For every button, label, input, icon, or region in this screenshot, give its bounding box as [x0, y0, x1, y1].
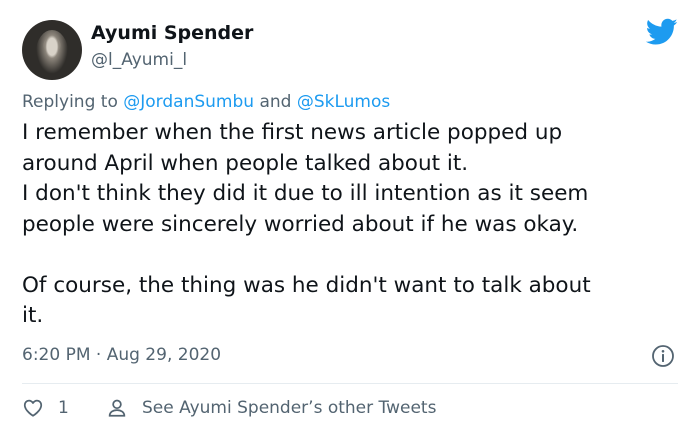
person-icon [108, 399, 126, 417]
tweet-timestamp[interactable]: 6:20 PM · Aug 29, 2020 [22, 345, 221, 365]
see-other-tweets-link[interactable]: See Ayumi Spender’s other Tweets [106, 397, 436, 419]
avatar[interactable] [22, 20, 82, 80]
tweet-text-line: it. [22, 303, 44, 328]
author-name[interactable]: Ayumi Spender [91, 22, 253, 44]
like-button[interactable]: 1 [22, 397, 69, 419]
tweet-card: Ayumi Spender @l_Ayumi_l Replying to @Jo… [0, 0, 700, 437]
twitter-bird-icon[interactable] [646, 18, 678, 46]
tweet-text-line: I don't think they did it due to ill int… [22, 181, 589, 206]
divider [22, 383, 678, 384]
tweet-text-line: around April when people talked about it… [22, 150, 469, 176]
like-count: 1 [58, 398, 69, 418]
heart-icon[interactable] [22, 397, 44, 419]
mention-link-2[interactable]: @SkLumos [297, 92, 390, 112]
mention-link-1[interactable]: @JordanSumbu [123, 92, 254, 112]
replying-to-and: and [259, 92, 292, 112]
tweet-text-line: I remember when the first news article p… [22, 120, 563, 145]
tweet-text-line: Of course, the thing was he didn't want … [22, 272, 591, 298]
tweet-text: I remember when the first news article p… [22, 118, 682, 332]
see-other-tweets-label: See Ayumi Spender’s other Tweets [142, 398, 437, 418]
author-handle[interactable]: @l_Ayumi_l [91, 50, 187, 70]
tweet-text-line [22, 240, 682, 271]
replying-to: Replying to @JordanSumbu and @SkLumos [22, 92, 390, 112]
replying-to-prefix: Replying to [22, 92, 118, 112]
info-icon[interactable] [651, 344, 675, 368]
tweet-text-line: people were sincerely worried about if h… [22, 211, 579, 237]
